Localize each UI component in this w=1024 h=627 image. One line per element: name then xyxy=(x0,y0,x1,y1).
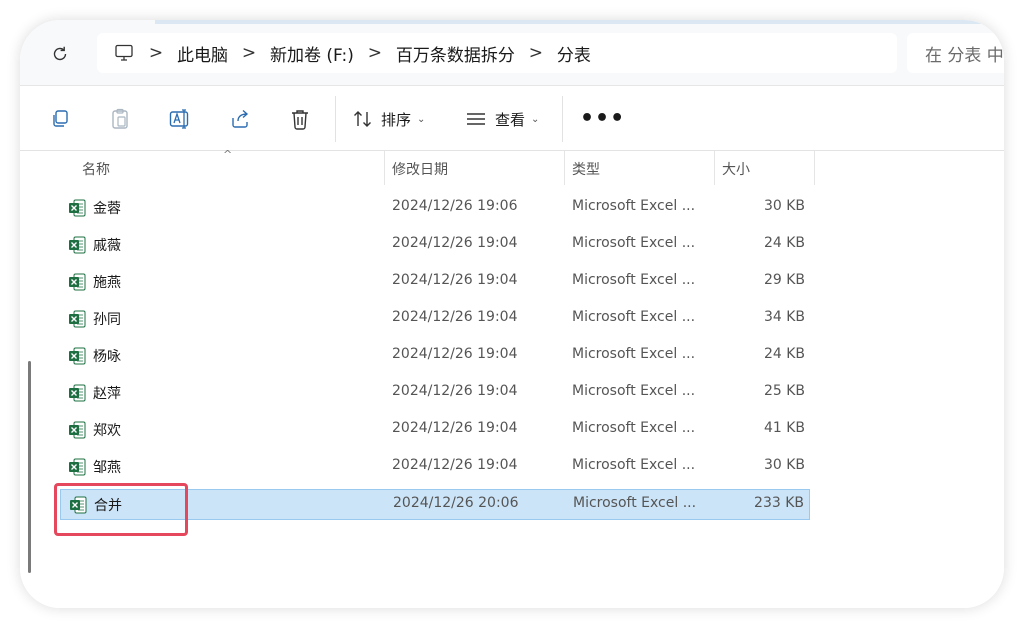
breadcrumb-separator[interactable]: > xyxy=(135,43,177,63)
column-header-type[interactable]: 类型 xyxy=(572,159,600,179)
breadcrumb-separator[interactable]: > xyxy=(228,43,270,63)
breadcrumb-this-pc[interactable]: 此电脑 xyxy=(177,41,228,66)
file-type: Microsoft Excel ... xyxy=(573,495,697,511)
file-date-modified: 2024/12/26 19:04 xyxy=(392,309,518,325)
excel-file-icon xyxy=(68,458,86,476)
excel-file-icon xyxy=(68,421,86,439)
file-row[interactable]: 郑欢 2024/12/26 19:04 Microsoft Excel ... 41 … xyxy=(60,415,810,446)
file-name: 施燕 xyxy=(93,275,121,291)
file-size: 24 KB xyxy=(763,235,805,251)
file-type: Microsoft Excel ... xyxy=(572,235,696,251)
sort-icon xyxy=(354,111,371,127)
search-placeholder: 在 分表 中 xyxy=(925,45,1004,66)
excel-file-icon xyxy=(68,310,86,328)
file-date-modified: 2024/12/26 19:04 xyxy=(392,420,518,436)
column-divider[interactable] xyxy=(384,151,385,185)
file-row[interactable]: 邹燕 2024/12/26 19:04 Microsoft Excel ... 30 … xyxy=(60,452,810,483)
file-size: 29 KB xyxy=(763,272,805,288)
column-divider[interactable] xyxy=(564,151,565,185)
file-size: 41 KB xyxy=(763,420,805,436)
file-date-modified: 2024/12/26 19:04 xyxy=(392,235,518,251)
file-type: Microsoft Excel ... xyxy=(572,346,696,362)
toolbar-divider xyxy=(562,96,563,142)
copy-icon[interactable] xyxy=(48,107,72,131)
toolbar-divider xyxy=(335,96,336,142)
excel-file-icon xyxy=(68,384,86,402)
breadcrumb-separator[interactable]: > xyxy=(515,43,557,63)
file-size: 25 KB xyxy=(763,383,805,399)
refresh-icon[interactable] xyxy=(48,42,72,66)
file-name: 郑欢 xyxy=(93,423,121,439)
file-type: Microsoft Excel ... xyxy=(572,420,696,436)
file-name: 孙同 xyxy=(93,312,121,328)
file-type: Microsoft Excel ... xyxy=(572,309,696,325)
sort-button[interactable]: 排序 ⌄ xyxy=(353,105,425,133)
annotation-highlight-box xyxy=(54,483,188,536)
delete-icon[interactable] xyxy=(288,107,312,131)
tab-strip-edge xyxy=(155,20,1004,24)
view-label: 查看 xyxy=(495,110,526,129)
breadcrumb-separator[interactable]: > xyxy=(354,43,396,63)
file-date-modified: 2024/12/26 19:06 xyxy=(392,198,518,214)
file-type: Microsoft Excel ... xyxy=(572,457,696,473)
command-bar: 排序 ⌄ 查看 ⌄ ••• xyxy=(20,85,1004,151)
column-header-name[interactable]: 名称 xyxy=(82,159,110,179)
sort-ascending-icon: ^ xyxy=(223,148,233,161)
excel-file-icon xyxy=(68,273,86,291)
view-button[interactable]: 查看 ⌄ xyxy=(465,105,539,133)
excel-file-icon xyxy=(68,347,86,365)
more-options-button[interactable]: ••• xyxy=(580,106,625,131)
file-date-modified: 2024/12/26 19:04 xyxy=(392,346,518,362)
vertical-scrollbar[interactable] xyxy=(28,361,31,573)
file-row[interactable]: 赵萍 2024/12/26 19:04 Microsoft Excel ... 25 … xyxy=(60,378,810,409)
chevron-down-icon: ⌄ xyxy=(531,113,540,125)
file-date-modified: 2024/12/26 19:04 xyxy=(392,383,518,399)
file-name: 戚薇 xyxy=(93,238,121,254)
file-name: 杨咏 xyxy=(93,349,121,365)
file-size: 30 KB xyxy=(763,457,805,473)
file-list: ^ 名称 修改日期 类型 大小 金蓉 2024/12/26 19:06 Micros… xyxy=(20,148,1004,608)
file-row[interactable]: 金蓉 2024/12/26 19:06 Microsoft Excel ... 30 … xyxy=(60,193,810,224)
file-size: 30 KB xyxy=(763,198,805,214)
breadcrumb-folder-current[interactable]: 分表 xyxy=(557,41,591,66)
column-divider[interactable] xyxy=(714,151,715,185)
column-header-size[interactable]: 大小 xyxy=(722,159,750,179)
excel-file-icon xyxy=(68,236,86,254)
file-date-modified: 2024/12/26 19:04 xyxy=(392,272,518,288)
search-input[interactable]: 在 分表 中 xyxy=(907,33,1004,73)
column-header-row: ^ 名称 修改日期 类型 大小 xyxy=(20,148,1004,185)
excel-file-icon xyxy=(68,199,86,217)
sort-label: 排序 xyxy=(381,110,412,129)
rename-icon[interactable] xyxy=(168,107,192,131)
address-bar: > 此电脑 > 新加卷 (F:) > 百万条数据拆分 > 分表 在 分表 中 xyxy=(20,20,1004,85)
chevron-down-icon: ⌄ xyxy=(417,113,426,125)
column-header-date[interactable]: 修改日期 xyxy=(392,159,448,179)
file-type: Microsoft Excel ... xyxy=(572,198,696,214)
file-row[interactable]: 孙同 2024/12/26 19:04 Microsoft Excel ... 34 … xyxy=(60,304,810,335)
this-pc-icon[interactable] xyxy=(113,42,135,64)
file-row[interactable]: 施燕 2024/12/26 19:04 Microsoft Excel ... 29 … xyxy=(60,267,810,298)
file-type: Microsoft Excel ... xyxy=(572,272,696,288)
file-size: 24 KB xyxy=(763,346,805,362)
column-divider[interactable] xyxy=(814,151,815,185)
share-icon[interactable] xyxy=(228,107,252,131)
breadcrumb[interactable]: > 此电脑 > 新加卷 (F:) > 百万条数据拆分 > 分表 xyxy=(97,33,897,73)
breadcrumb-drive[interactable]: 新加卷 (F:) xyxy=(270,41,354,66)
breadcrumb-folder-parent[interactable]: 百万条数据拆分 xyxy=(396,41,515,66)
file-size: 233 KB xyxy=(754,495,804,511)
file-name: 金蓉 xyxy=(93,201,121,217)
paste-icon[interactable] xyxy=(108,107,132,131)
file-date-modified: 2024/12/26 19:04 xyxy=(392,457,518,473)
file-row[interactable]: 戚薇 2024/12/26 19:04 Microsoft Excel ... 24 … xyxy=(60,230,810,261)
file-type: Microsoft Excel ... xyxy=(572,383,696,399)
view-icon xyxy=(467,113,485,125)
file-explorer-window: > 此电脑 > 新加卷 (F:) > 百万条数据拆分 > 分表 在 分表 中 排… xyxy=(20,20,1004,608)
file-size: 34 KB xyxy=(763,309,805,325)
file-date-modified: 2024/12/26 20:06 xyxy=(393,495,519,511)
file-name: 赵萍 xyxy=(93,386,121,402)
file-row[interactable]: 杨咏 2024/12/26 19:04 Microsoft Excel ... 24 … xyxy=(60,341,810,372)
file-name: 邹燕 xyxy=(93,460,121,476)
